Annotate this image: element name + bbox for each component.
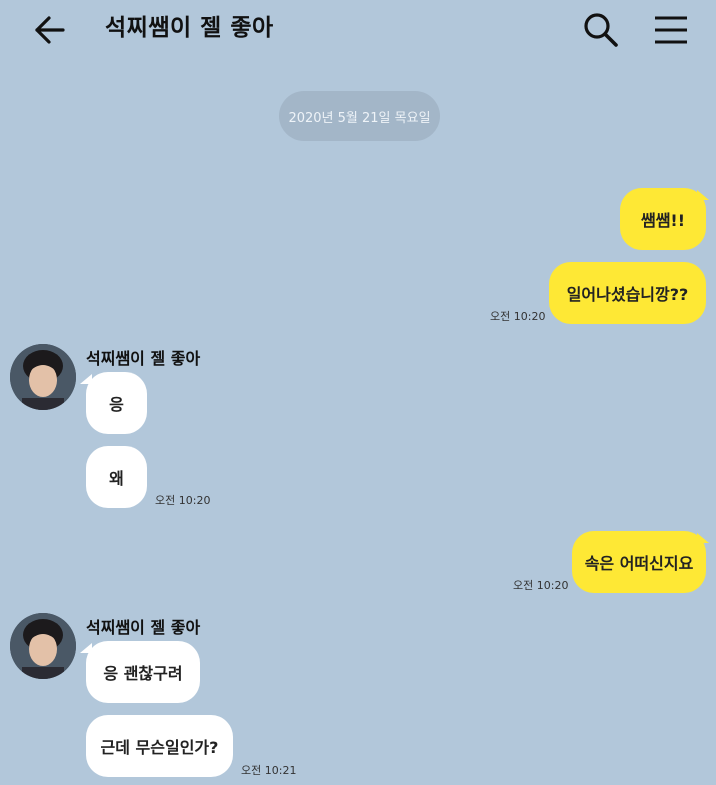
date-divider: 2020년 5월 21일 목요일 bbox=[279, 91, 440, 141]
message-time: 오전 10:21 bbox=[241, 764, 297, 777]
arrow-left-icon bbox=[35, 16, 65, 44]
their-message-bubble[interactable]: 응 괜찮구려 bbox=[86, 641, 200, 703]
profile-photo bbox=[10, 344, 76, 410]
chat-title: 석찌쌤이 젤 좋아 bbox=[105, 15, 274, 41]
menu-button[interactable] bbox=[650, 9, 692, 51]
chat-header: 석찌쌤이 젤 좋아 bbox=[0, 0, 716, 60]
message-time: 오전 10:20 bbox=[513, 579, 569, 592]
their-message-bubble[interactable]: 응 bbox=[86, 372, 147, 434]
message-text: 왜 bbox=[109, 469, 124, 488]
hamburger-menu-icon bbox=[655, 16, 687, 44]
message-text: 속은 어떠신지요 bbox=[584, 554, 694, 573]
my-message-bubble[interactable]: 쌤쌤!! bbox=[620, 188, 706, 250]
message-text: 응 bbox=[109, 395, 124, 414]
search-icon bbox=[584, 13, 618, 47]
their-message-bubble[interactable]: 근데 무슨일인가? bbox=[86, 715, 233, 777]
message-text: 근데 무슨일인가? bbox=[100, 738, 219, 757]
my-message-bubble[interactable]: 속은 어떠신지요 bbox=[572, 531, 706, 593]
my-message-bubble[interactable]: 일어나셨습니깡?? bbox=[549, 262, 706, 324]
search-button[interactable] bbox=[580, 9, 622, 51]
back-button[interactable] bbox=[30, 10, 70, 50]
bubble-tail bbox=[697, 190, 709, 200]
sender-name: 석찌쌤이 젤 좋아 bbox=[86, 349, 201, 368]
message-time: 오전 10:20 bbox=[490, 310, 546, 323]
message-text: 일어나셨습니깡?? bbox=[566, 285, 689, 304]
avatar[interactable] bbox=[10, 613, 76, 679]
message-text: 응 괜찮구려 bbox=[103, 664, 183, 683]
bubble-tail bbox=[697, 533, 709, 543]
message-time: 오전 10:20 bbox=[155, 494, 211, 507]
profile-photo bbox=[10, 613, 76, 679]
their-message-bubble[interactable]: 왜 bbox=[86, 446, 147, 508]
avatar[interactable] bbox=[10, 344, 76, 410]
sender-name: 석찌쌤이 젤 좋아 bbox=[86, 618, 201, 637]
message-text: 쌤쌤!! bbox=[640, 211, 686, 230]
